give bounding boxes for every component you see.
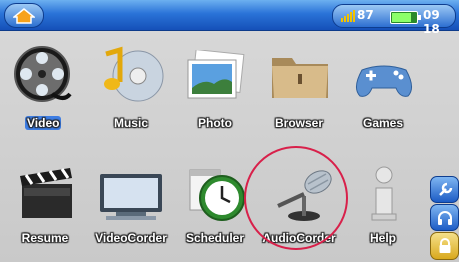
film-reel-icon [14, 46, 72, 102]
menu-item-label: Photo [198, 116, 232, 130]
menu-item-label: Music [113, 116, 148, 130]
menu-item-games[interactable]: Games [338, 40, 428, 140]
menu-item-music[interactable]: Music [86, 40, 176, 140]
top-bar: 87 09 18 [0, 0, 459, 36]
home-button[interactable] [4, 3, 44, 28]
headphones-button[interactable] [430, 204, 459, 231]
menu-item-label: Help [369, 231, 396, 245]
lock-button[interactable] [430, 232, 459, 260]
status-bar: 87 09 18 [332, 4, 456, 36]
highlight-circle [244, 146, 348, 250]
menu-item-help[interactable]: Help [338, 160, 428, 260]
home-icon [13, 7, 35, 24]
menu-item-label: Games [362, 116, 404, 130]
menu-item-label: VideoCorder [95, 231, 167, 245]
music-cd-icon [104, 46, 164, 102]
clapperboard-icon [20, 168, 72, 218]
headphones-icon [437, 210, 452, 225]
menu-item-photo[interactable]: Photo [170, 40, 260, 140]
tv-icon [100, 174, 162, 220]
settings-button[interactable] [430, 176, 459, 203]
battery-icon [390, 11, 421, 24]
volume-level: 87 [357, 8, 374, 22]
menu-item-videocorder[interactable]: VideoCorder [86, 160, 176, 260]
menu-item-browser[interactable]: Browser [254, 40, 344, 140]
volume-icon [341, 10, 355, 22]
folder-icon [272, 58, 328, 98]
clock-calendar-icon [189, 169, 245, 221]
photo-icon [187, 50, 245, 99]
gamepad-icon [356, 65, 412, 97]
menu-item-label: Video [25, 116, 62, 130]
info-icon [371, 166, 397, 221]
clock: 09 18 [423, 8, 440, 36]
wrench-icon [438, 182, 452, 196]
menu-item-label: Scheduler [185, 231, 245, 245]
menu-item-video[interactable]: Video [0, 40, 90, 140]
menu-item-resume[interactable]: Resume [0, 160, 90, 260]
menu-item-label: Resume [21, 231, 69, 245]
lock-icon [439, 238, 450, 253]
menu-item-label: Browser [274, 116, 324, 130]
